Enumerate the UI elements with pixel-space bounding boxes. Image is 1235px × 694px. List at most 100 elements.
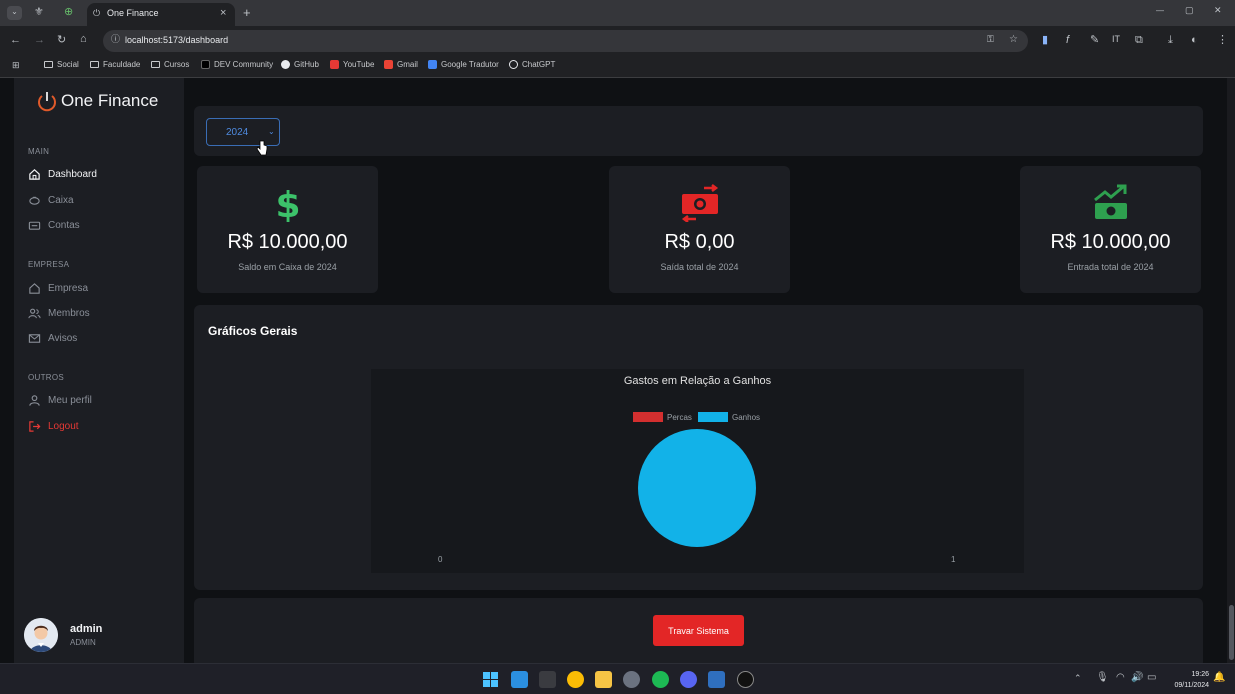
bookmark-label: Faculdade: [103, 60, 141, 69]
tray-overflow-icon[interactable]: ⌃: [1074, 674, 1082, 683]
bookmark-dev-community[interactable]: DEV Community: [201, 60, 273, 69]
extension-icon[interactable]: f: [1066, 35, 1069, 46]
site-info-icon[interactable]: ⓘ: [111, 35, 120, 44]
close-tab-icon[interactable]: ×: [220, 8, 226, 19]
system-clock[interactable]: 19:26 09/11/2024: [1161, 669, 1209, 691]
new-tab-button[interactable]: +: [243, 6, 251, 19]
lock-system-button[interactable]: Travar Sistema: [653, 615, 744, 646]
bookmark-google-tradutor[interactable]: Google Tradutor: [428, 60, 499, 69]
sidebar-item-label: Avisos: [48, 333, 78, 344]
sidebar-item-logout[interactable]: Logout: [28, 420, 79, 433]
chrome-icon[interactable]: [567, 671, 584, 688]
obs-icon[interactable]: [737, 671, 754, 688]
sidebar-item-membros[interactable]: Membros: [28, 307, 90, 320]
chevron-down-icon: ⌄: [268, 127, 275, 136]
card-value: R$ 0,00: [664, 231, 735, 253]
year-select[interactable]: 2024 ⌄: [206, 118, 280, 146]
avatar-illustration-icon: [24, 618, 58, 652]
sidebar-item-avisos[interactable]: Avisos: [28, 332, 77, 345]
pie-slice-ganhos[interactable]: [638, 429, 756, 547]
bookmark-faculdade[interactable]: Faculdade: [90, 60, 140, 69]
card-value: R$ 10.000,00: [227, 231, 348, 253]
mail-icon: [28, 334, 41, 343]
terminal-icon[interactable]: [539, 671, 556, 688]
avatar: [24, 618, 58, 652]
page-scrollbar[interactable]: [1227, 78, 1235, 663]
brand-logo[interactable]: One Finance: [36, 90, 158, 112]
user-profile[interactable]: admin ADMIN: [24, 618, 102, 652]
user-icon: [29, 395, 40, 406]
main-content: 2024 ⌄ $ R$ 10.000,00 Saldo em Caixa de …: [184, 78, 1219, 668]
battery-icon[interactable]: ▭: [1147, 673, 1156, 683]
sidebar-item-contas[interactable]: Contas: [28, 219, 80, 232]
bookmark-social[interactable]: Social: [44, 60, 79, 69]
power-logo-icon: [38, 92, 56, 112]
sidebar-item-caixa[interactable]: Caixa: [28, 194, 74, 207]
bookmark-github[interactable]: GitHub: [281, 60, 319, 69]
forward-icon[interactable]: →: [34, 35, 45, 46]
apps-grid-icon[interactable]: ⊞: [12, 61, 20, 70]
gmail-icon: [384, 60, 393, 69]
extension-icon[interactable]: IT: [1112, 35, 1120, 44]
browser-tab-bar: ⌄ ⚜ ⊕ ⏻ One Finance × + — ▢ ✕: [0, 0, 1235, 26]
bookmark-label: YouTube: [343, 60, 375, 69]
app-root: One Finance MAIN Dashboard Caixa Contas …: [0, 78, 1235, 668]
start-icon[interactable]: [482, 671, 499, 688]
extension-icon[interactable]: ✎: [1090, 35, 1099, 46]
back-icon[interactable]: ←: [10, 35, 21, 46]
svg-text:$: $: [275, 185, 300, 222]
tab-search-icon[interactable]: ⌄: [7, 6, 22, 20]
sidebar-item-label: Caixa: [48, 195, 74, 206]
maximize-icon[interactable]: ▢: [1185, 6, 1194, 15]
reload-icon[interactable]: ↻: [57, 35, 66, 46]
bookmark-youtube[interactable]: YouTube: [330, 60, 374, 69]
download-icon[interactable]: ⤓: [1168, 35, 1173, 46]
vscode-icon[interactable]: [511, 671, 528, 688]
clock-time: 19:26: [1191, 671, 1209, 678]
money-transfer-icon: [681, 184, 719, 222]
minimize-icon[interactable]: —: [1156, 7, 1164, 15]
extension-icon[interactable]: ▮: [1042, 35, 1048, 46]
chrome-menu-icon[interactable]: ⋮: [1217, 35, 1228, 46]
address-bar[interactable]: ⓘ localhost:5173/dashboard ⚿ ☆: [103, 30, 1028, 52]
sidebar-item-label: Membros: [48, 308, 90, 319]
card-value: R$ 10.000,00: [1050, 231, 1171, 253]
dollar-icon: $: [275, 185, 300, 222]
filter-panel: 2024 ⌄: [194, 106, 1203, 156]
windows-taskbar: ⌃ 🎙 ◠ 🔊 ▭ 19:26 09/11/2024 🔔: [0, 663, 1235, 694]
pinned-tab-icon[interactable]: ⚜: [34, 7, 44, 18]
home-icon: [29, 169, 40, 180]
home-icon[interactable]: ⌂: [80, 34, 87, 45]
sidebar-item-empresa[interactable]: Empresa: [28, 282, 88, 295]
sidebar-item-meu-perfil[interactable]: Meu perfil: [28, 394, 92, 407]
file-explorer-icon[interactable]: [595, 671, 612, 688]
microphone-icon[interactable]: 🎙: [1096, 673, 1109, 683]
bookmarks-bar: ⊞ Social Faculdade Cursos DEV Community …: [0, 56, 1235, 78]
sidebar-item-label: Contas: [48, 220, 80, 231]
extensions-puzzle-icon[interactable]: ⧉: [1135, 35, 1143, 46]
profile-icon[interactable]: ◐: [1191, 35, 1198, 46]
scrollbar-thumb[interactable]: [1229, 605, 1234, 660]
bookmark-chatgpt[interactable]: ChatGPT: [509, 60, 555, 69]
close-window-icon[interactable]: ✕: [1214, 6, 1222, 15]
x-tick-label: 0: [438, 555, 443, 564]
volume-icon[interactable]: 🔊: [1131, 673, 1143, 683]
wifi-icon[interactable]: ◠: [1116, 673, 1125, 683]
notification-bell-icon[interactable]: 🔔: [1213, 673, 1225, 683]
spotify-icon[interactable]: [652, 671, 669, 688]
settings-icon[interactable]: [623, 671, 640, 688]
section-main-label: MAIN: [28, 147, 50, 156]
bookmark-star-icon[interactable]: ☆: [1009, 35, 1018, 45]
discord-icon[interactable]: [680, 671, 697, 688]
tab-favicon-icon: ⏻: [93, 8, 101, 18]
bookmark-gmail[interactable]: Gmail: [384, 60, 418, 69]
bookmark-cursos[interactable]: Cursos: [151, 60, 189, 69]
sidebar-item-dashboard[interactable]: Dashboard: [28, 168, 97, 181]
password-key-icon[interactable]: ⚿: [987, 35, 994, 44]
visual-studio-icon[interactable]: [708, 671, 725, 688]
year-select-value: 2024: [226, 127, 249, 138]
pinned-tab-icon[interactable]: ⊕: [64, 7, 73, 18]
chatgpt-icon: [509, 60, 518, 69]
tab-one-finance[interactable]: ⏻ One Finance ×: [87, 3, 235, 26]
card-caption: Saída total de 2024: [660, 262, 739, 272]
